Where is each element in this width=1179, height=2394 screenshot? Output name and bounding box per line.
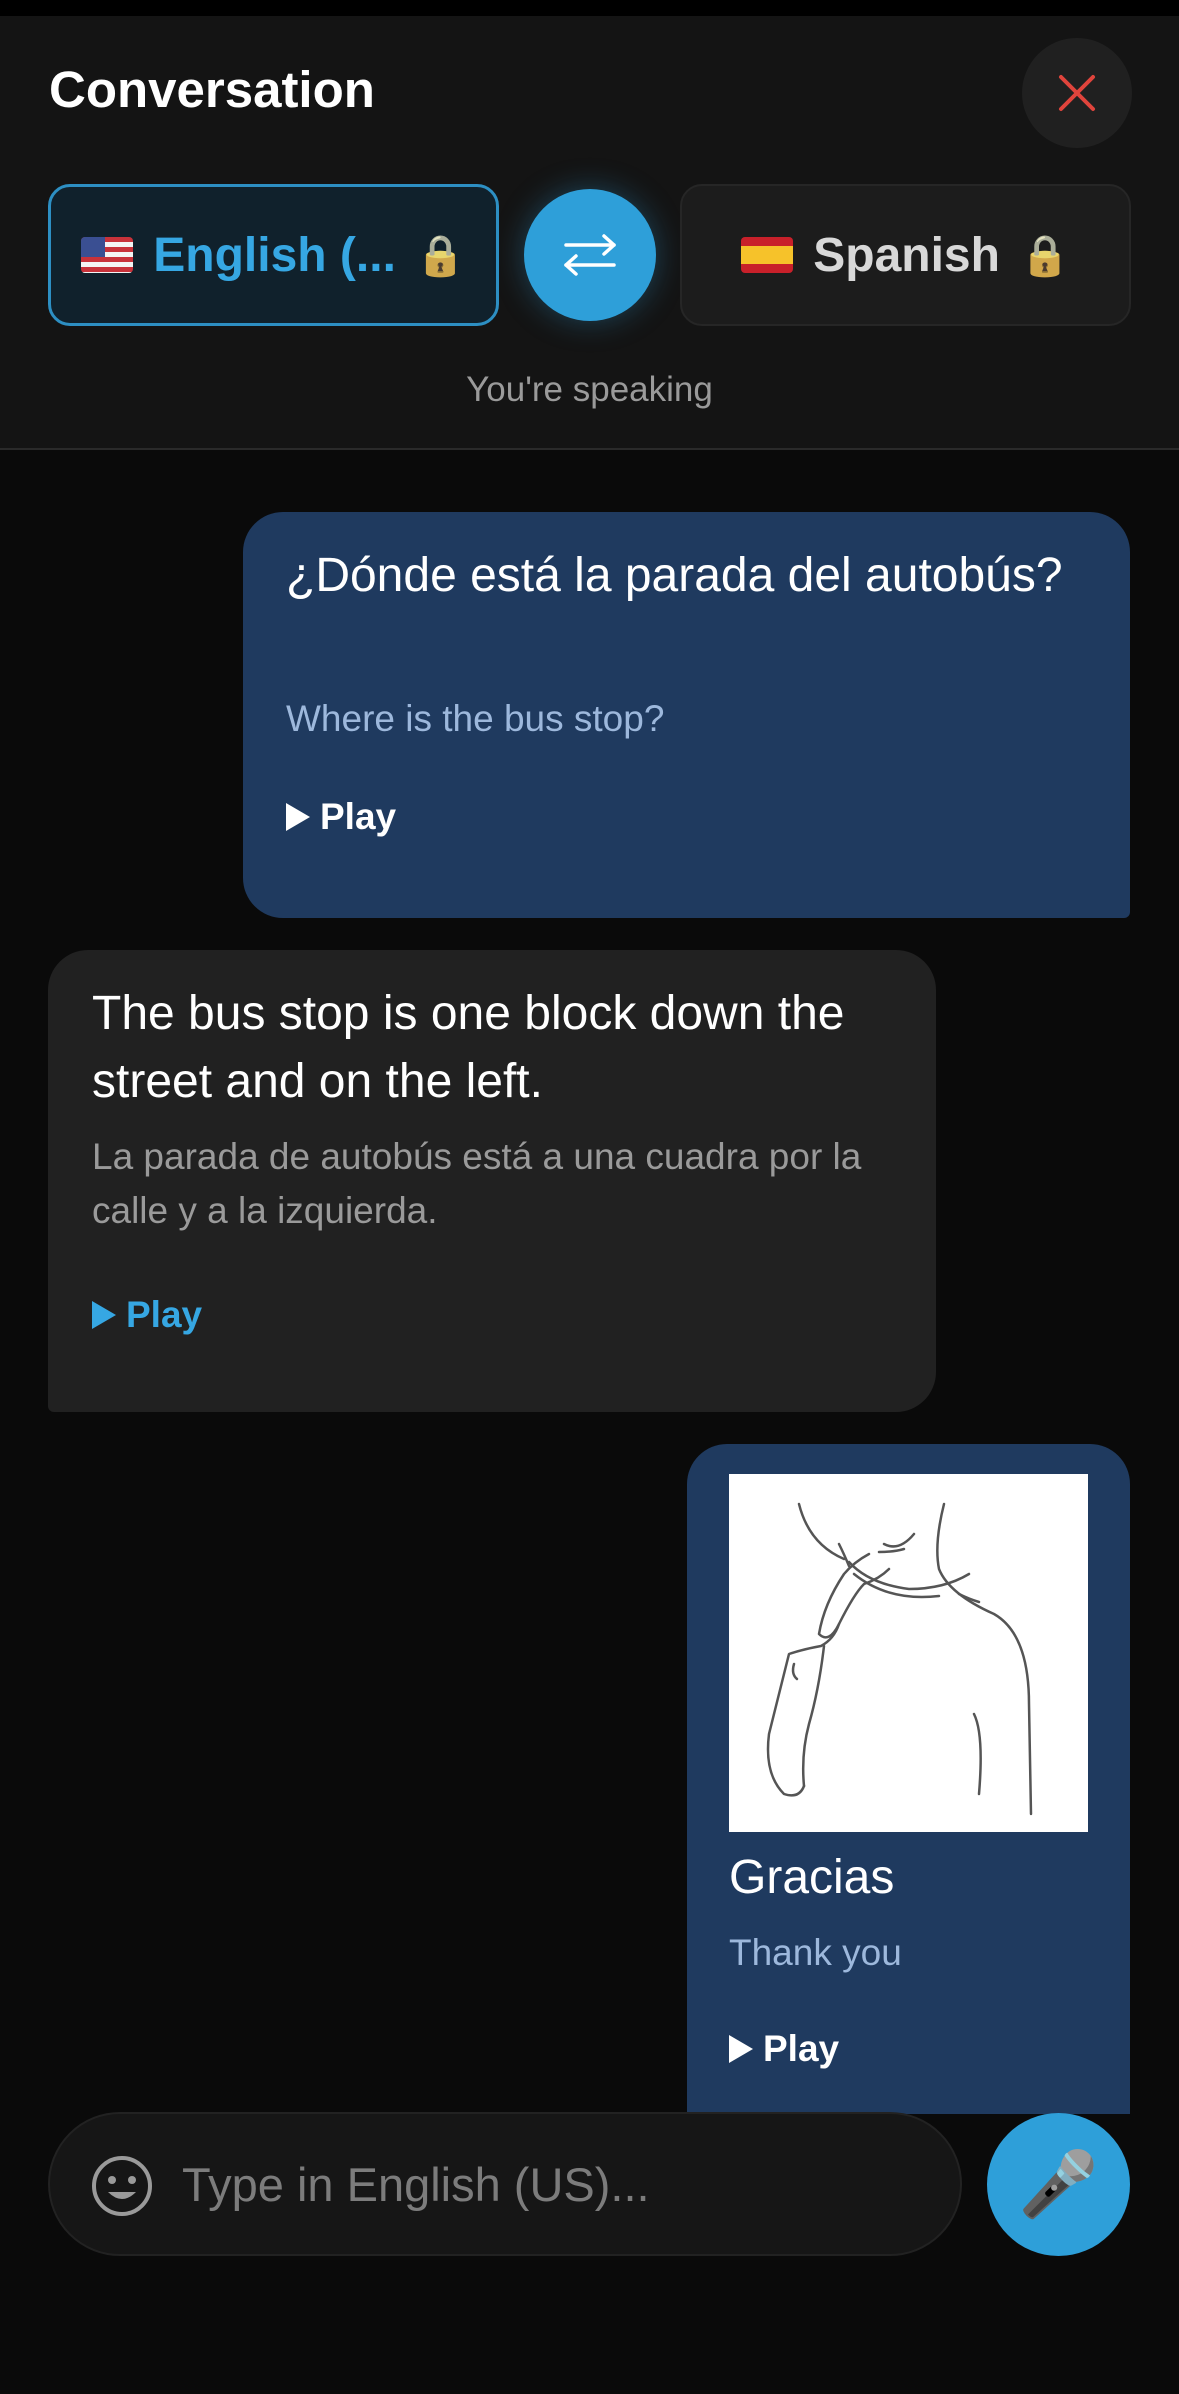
close-icon [1059, 75, 1095, 111]
play-button[interactable]: Play [92, 1294, 202, 1336]
lock-icon: 🔒 [415, 233, 466, 278]
play-label: Play [126, 1294, 203, 1335]
close-button[interactable] [1022, 38, 1132, 148]
swap-languages-button[interactable] [524, 189, 656, 321]
message-bubble-outgoing: ¿Dónde está la parada del autobús? Where… [243, 512, 1130, 918]
target-language-label: Spanish [813, 228, 1000, 282]
message-input-bar: Type in English (US)... [48, 2112, 962, 2256]
sign-language-image[interactable] [729, 1474, 1088, 1832]
play-button[interactable]: Play [729, 2028, 839, 2070]
message-text: The bus stop is one block down the stree… [92, 987, 845, 1108]
speaking-status: You're speaking [466, 370, 713, 409]
microphone-icon: 🎤 [1018, 2148, 1099, 2220]
status-strip [0, 0, 1179, 16]
swap-icon [564, 234, 616, 276]
message-translation: Where is the bus stop? [286, 698, 665, 739]
message-input[interactable]: Type in English (US)... [182, 2114, 942, 2254]
spain-flag-icon [741, 237, 794, 273]
play-icon [286, 803, 310, 831]
source-language-label: English (... [153, 228, 396, 282]
play-icon [92, 1301, 116, 1329]
message-translation: Thank you [729, 1932, 902, 1973]
message-bubble-outgoing: Gracias Thank you Play [687, 1444, 1130, 2114]
play-icon [729, 2035, 753, 2063]
play-button[interactable]: Play [286, 796, 396, 838]
target-language-button[interactable]: Spanish 🔒 [680, 184, 1131, 326]
lock-icon: 🔒 [1019, 233, 1070, 278]
page-title: Conversation [49, 61, 375, 118]
message-translation: La parada de autobús está a una cuadra p… [92, 1136, 862, 1231]
message-bubble-incoming: The bus stop is one block down the stree… [48, 950, 936, 1412]
play-label: Play [763, 2028, 840, 2069]
source-language-button[interactable]: English (... 🔒 [48, 184, 499, 326]
conversation-header: Conversation English (... 🔒 Spanish 🔒 Yo… [0, 16, 1179, 450]
us-flag-icon [81, 237, 134, 273]
message-text: ¿Dónde está la parada del autobús? [286, 549, 1063, 602]
message-text: Gracias [729, 1851, 895, 1904]
emoji-icon[interactable] [90, 2154, 154, 2218]
mic-button[interactable]: 🎤 [987, 2113, 1130, 2256]
sign-thank-you-illustration [766, 1502, 1033, 1816]
play-label: Play [320, 796, 397, 837]
